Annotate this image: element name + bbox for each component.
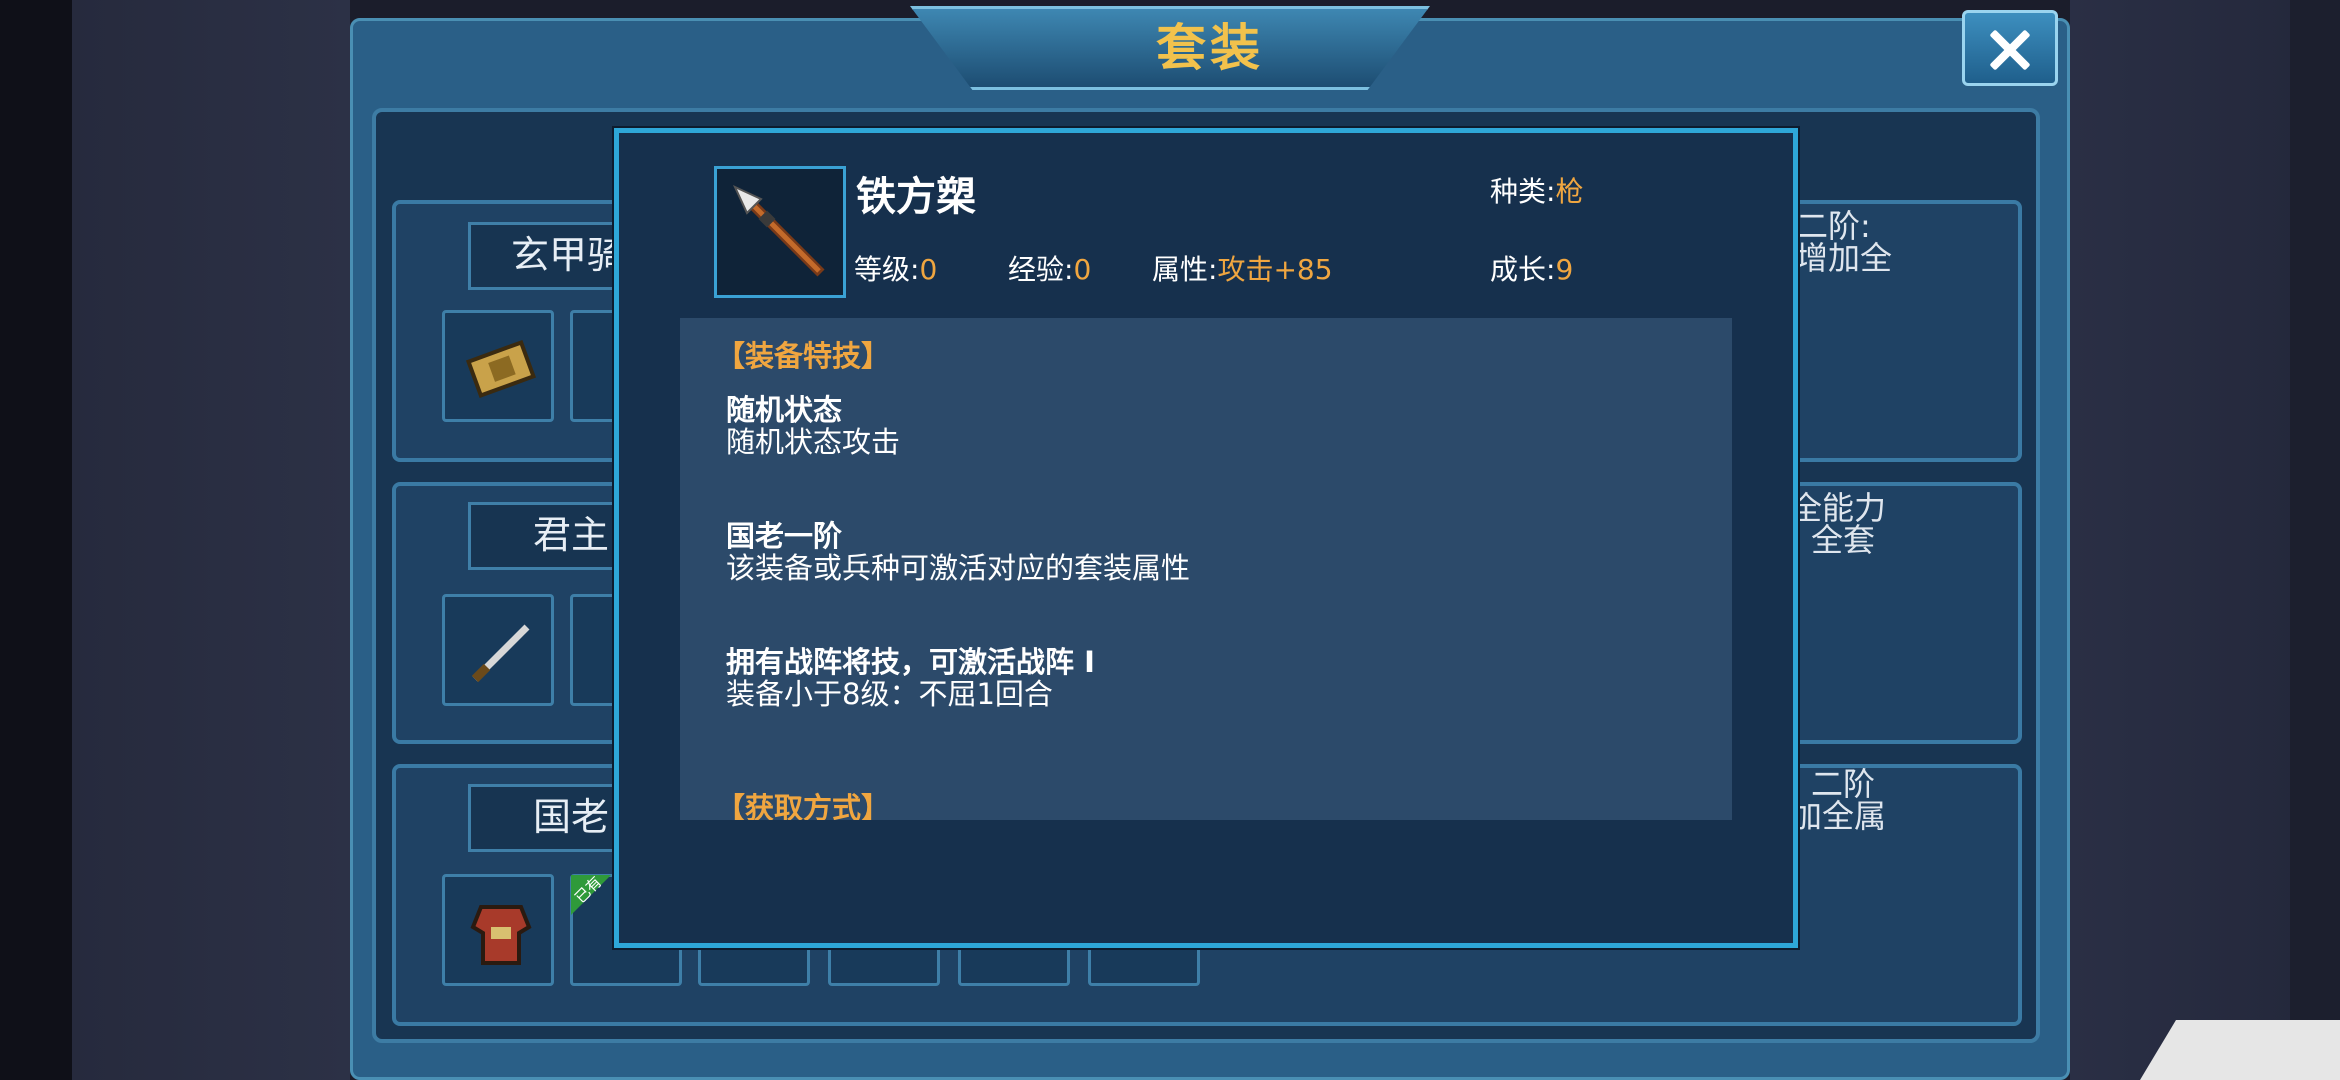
item-growth: 成长:9 [1490,253,1574,286]
skill-description: 装备小于8级：不屈1回合 [726,677,1053,711]
item-level: 等级:0 [854,253,938,286]
skill-title: 国老一阶 [726,519,843,553]
skill-title: 拥有战阵将技，可激活战阵 I [726,645,1095,679]
item-name: 铁方槊 [856,174,976,220]
item-icon-frame [714,166,846,298]
description-scroll-area[interactable]: 【装备特技】 随机状态 随机状态攻击 国老一阶 该装备或兵种可激活对应的套装属性… [680,318,1732,820]
right-edge-bar [2290,0,2340,1080]
equipment-skill-header: 【装备特技】 [716,339,891,373]
set-effect-text-1: 二阶: 增加全 [1796,207,1893,277]
scroll-icon [465,339,537,399]
equipment-slot[interactable] [442,874,554,986]
background-left [72,0,350,1080]
item-attribute: 属性:攻击+85 [1152,253,1333,286]
equipment-slot[interactable] [442,594,554,706]
armor-icon [470,905,532,965]
left-edge-bar [0,0,72,1080]
acquisition-header: 【获取方式】 [716,791,891,820]
skill-title: 随机状态 [726,393,843,427]
panel-title: 套装 [1156,19,1264,77]
skill-description: 该装备或兵种可激活对应的套装属性 [726,551,1191,585]
set-effect-text-3: ; 二阶 加全属 [1790,765,1887,835]
item-exp: 经验:0 [1008,253,1092,286]
skill-description: 随机状态攻击 [726,425,901,459]
sword-icon [471,624,530,683]
equipment-slot[interactable] [442,310,554,422]
close-button[interactable] [1962,10,2058,86]
spear-icon [732,184,825,277]
item-type: 种类:枪 [1490,175,1584,208]
set-effect-text-2: 全能力: 全套 [1790,489,1887,559]
